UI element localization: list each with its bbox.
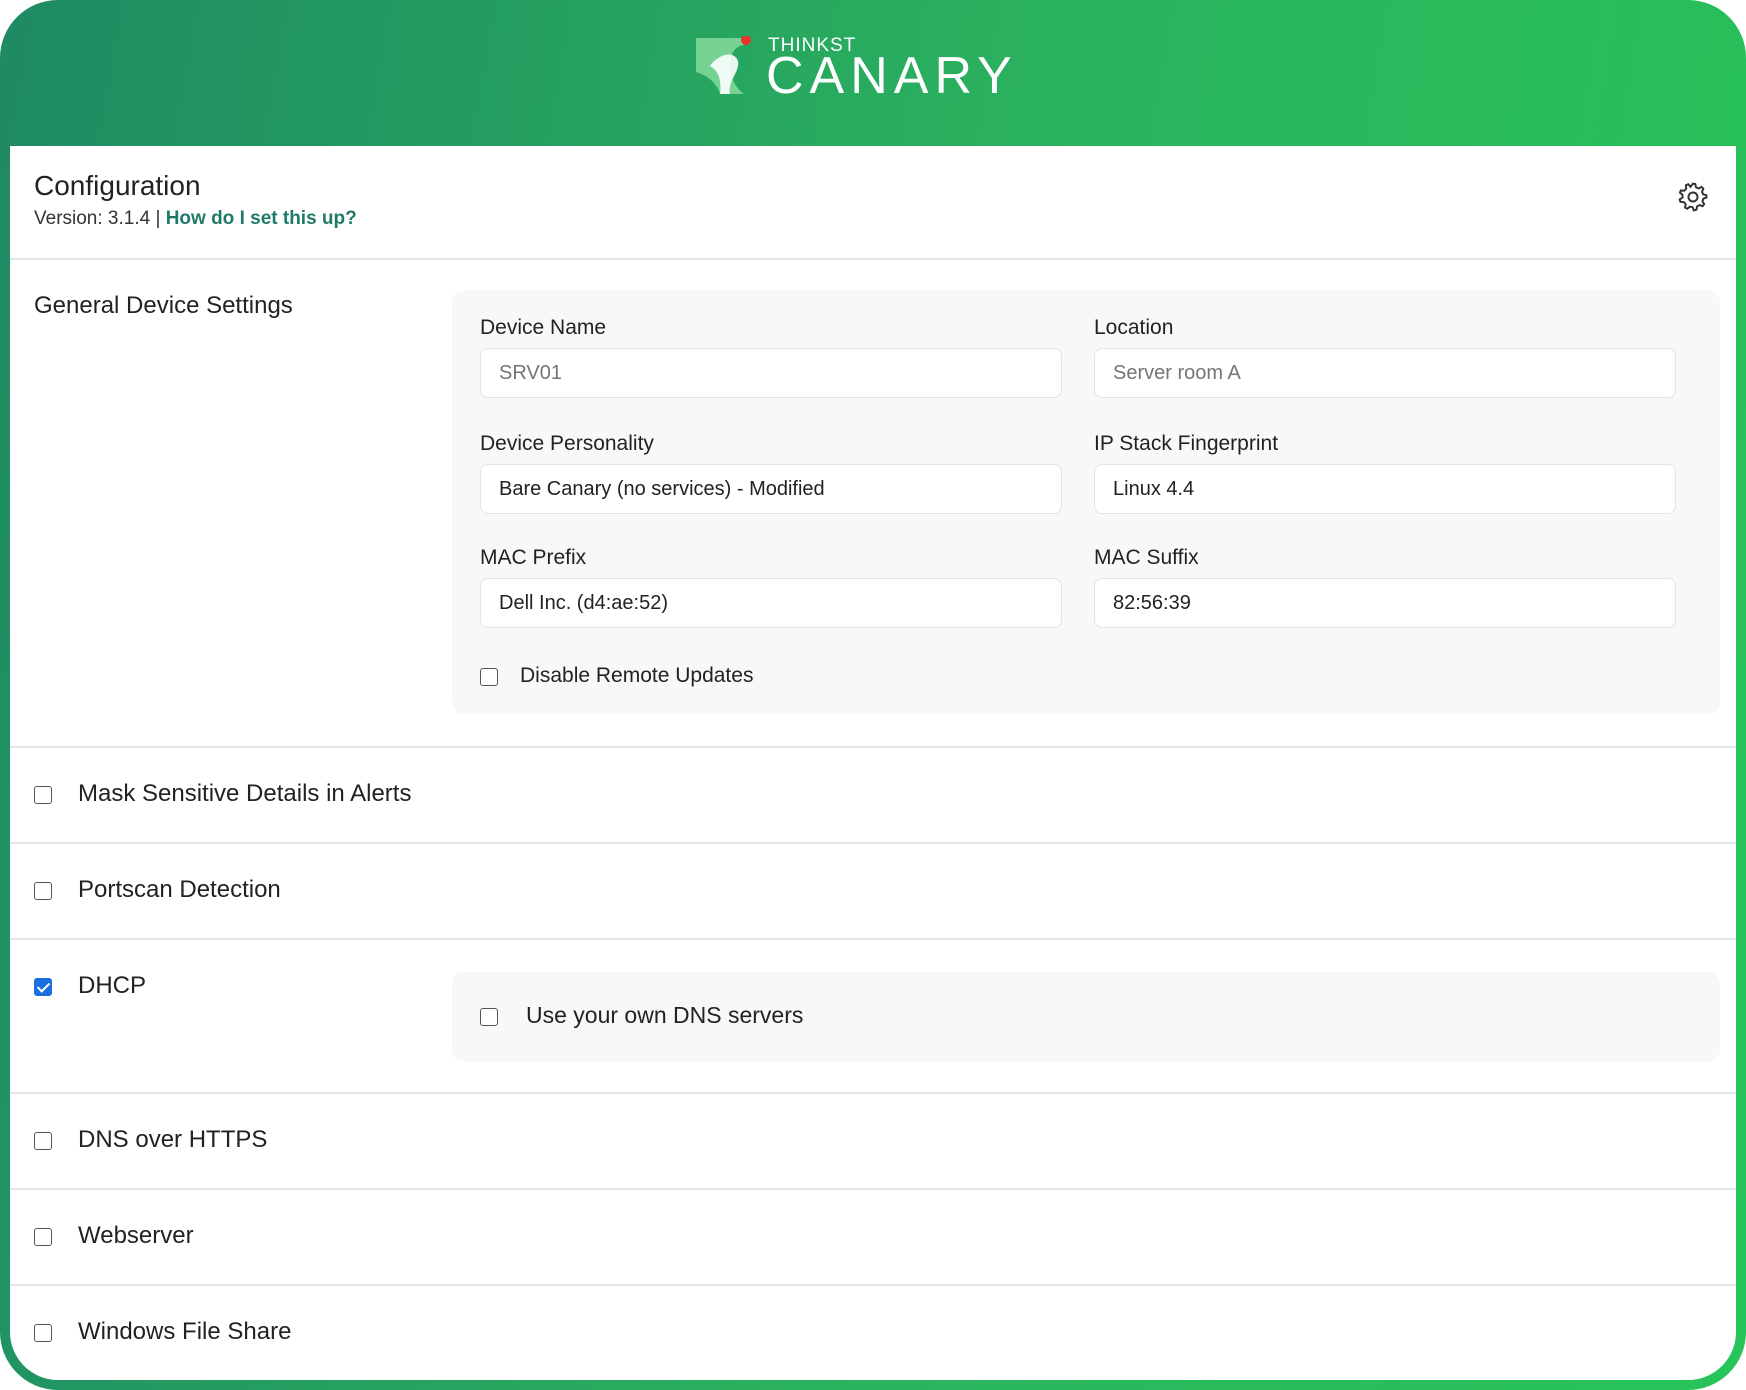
mac-suffix-label: MAC Suffix [1094, 546, 1199, 569]
dns-over-https-label: DNS over HTTPS [78, 1126, 268, 1153]
mac-suffix-input[interactable]: 82:56:39 [1094, 578, 1676, 628]
webserver-checkbox[interactable] [34, 1228, 52, 1246]
mask-sensitive-label: Mask Sensitive Details in Alerts [78, 780, 412, 807]
device-name-label: Device Name [480, 316, 607, 339]
mask-sensitive-row: Mask Sensitive Details in Alerts [10, 748, 1736, 844]
help-link[interactable]: How do I set this up? [166, 208, 357, 229]
mac-prefix-label: MAC Prefix [480, 546, 587, 569]
canary-bird-icon [696, 36, 751, 94]
portscan-label: Portscan Detection [78, 876, 281, 903]
personality-label: Device Personality [480, 432, 654, 455]
dhcp-row: DHCP Use your own DNS servers [10, 940, 1736, 1094]
thinkst-canary-logo: THINKST CANARY [696, 35, 1056, 105]
dhcp-label: DHCP [78, 972, 147, 999]
device-name-input[interactable] [480, 348, 1062, 398]
location-input[interactable] [1094, 348, 1676, 398]
portscan-checkbox[interactable] [34, 882, 52, 900]
version-text: Version: 3.1.4 | [34, 208, 161, 229]
ip-stack-select[interactable]: Linux 4.4 [1094, 464, 1676, 514]
dns-over-https-checkbox[interactable] [34, 1132, 52, 1150]
mac-prefix-select[interactable]: Dell Inc. (d4:ae:52) [480, 578, 1062, 628]
logo-main-text: CANARY [766, 47, 1018, 105]
location-label: Location [1094, 316, 1174, 339]
own-dns-checkbox[interactable] [480, 1008, 498, 1026]
ip-stack-label: IP Stack Fingerprint [1094, 432, 1279, 455]
own-dns-label: Use your own DNS servers [526, 1002, 804, 1028]
general-device-settings: General Device Settings Device Name Loca… [10, 260, 1736, 748]
configuration-panel: Configuration Version: 3.1.4 | How do I … [10, 146, 1736, 1380]
settings-box: Device Name Location Device Personality … [452, 290, 1720, 714]
portscan-row: Portscan Detection [10, 844, 1736, 940]
dhcp-checkbox[interactable] [34, 978, 52, 996]
webserver-row: Webserver [10, 1190, 1736, 1286]
disable-updates-checkbox[interactable] [480, 668, 498, 686]
file-share-label: Windows File Share [78, 1318, 292, 1345]
section-title: General Device Settings [34, 292, 293, 319]
dns-over-https-row: DNS over HTTPS [10, 1094, 1736, 1190]
page-title: Configuration [34, 170, 201, 201]
mask-sensitive-checkbox[interactable] [34, 786, 52, 804]
personality-select[interactable]: Bare Canary (no services) - Modified [480, 464, 1062, 514]
file-share-row: Windows File Share [10, 1286, 1736, 1380]
file-share-checkbox[interactable] [34, 1324, 52, 1342]
webserver-label: Webserver [78, 1222, 194, 1249]
disable-updates-label: Disable Remote Updates [520, 664, 754, 687]
dhcp-options-box: Use your own DNS servers [452, 972, 1720, 1062]
version-line: Version: 3.1.4 | How do I set this up? [34, 208, 357, 230]
app-header: THINKST CANARY [0, 0, 1746, 146]
title-bar: Configuration Version: 3.1.4 | How do I … [10, 146, 1736, 260]
app-frame: THINKST CANARY Configuration Version: 3.… [0, 0, 1746, 1390]
gear-icon[interactable] [1676, 180, 1710, 214]
